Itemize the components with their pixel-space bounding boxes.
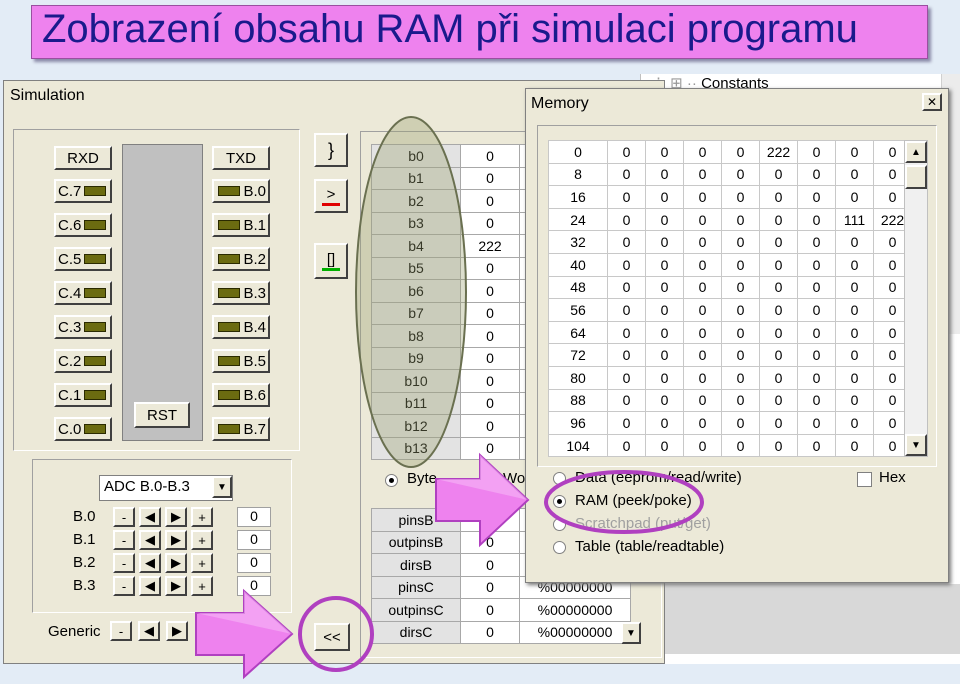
variables-highlight-ellipse [355,116,467,468]
arrow-to-ram-option [435,452,530,548]
ram-option-highlight-ellipse [544,470,704,534]
annotation-overlay [195,116,704,680]
arrow-to-collapse-button [195,588,294,680]
collapse-button-highlight-circle [298,596,374,672]
